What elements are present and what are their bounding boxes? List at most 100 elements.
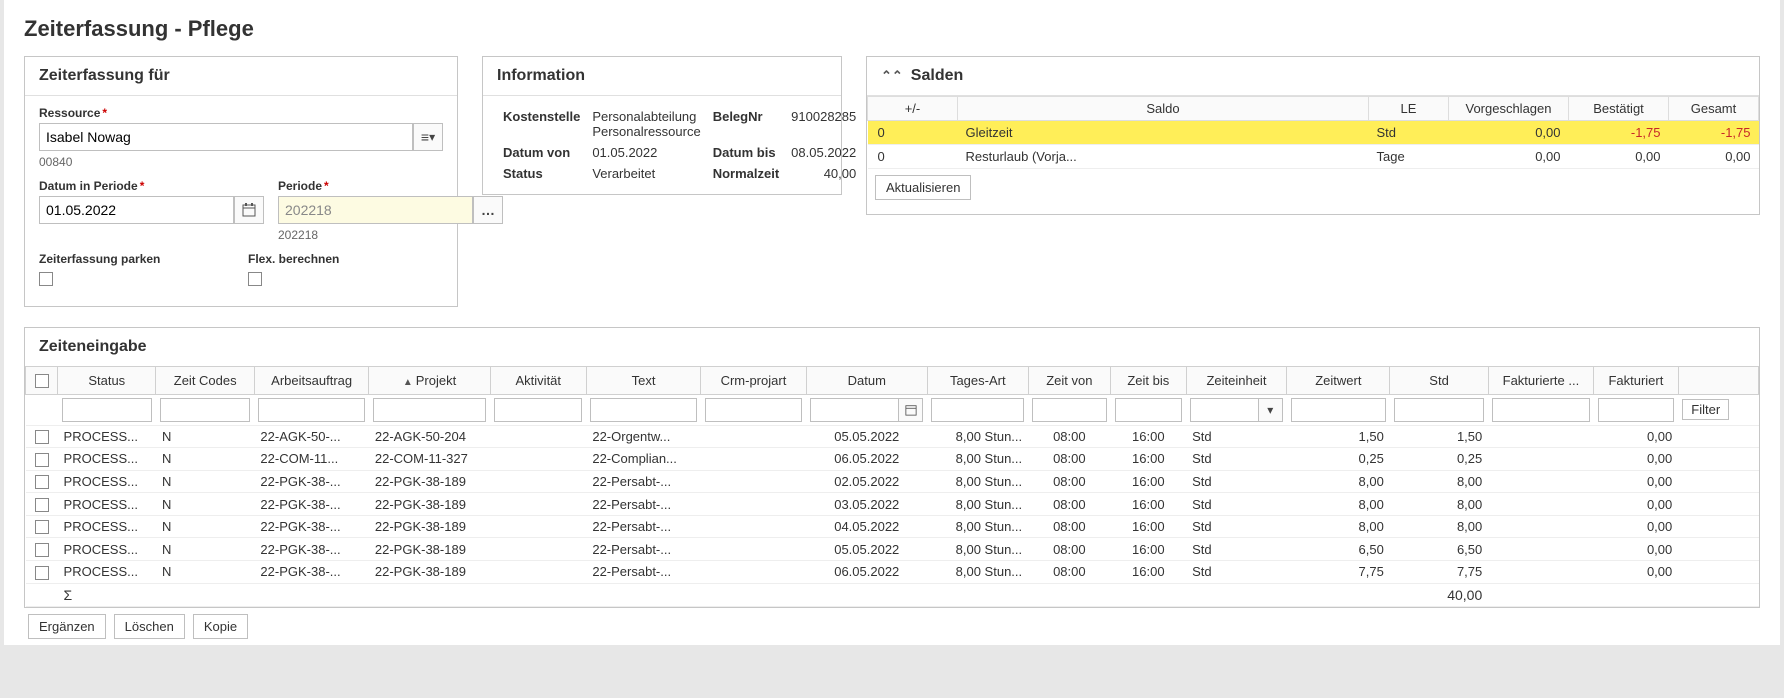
grid-filter-input[interactable] [810,398,899,422]
row-checkbox[interactable] [35,475,49,489]
panel-salden: ⌃⌃ Salden +/- Saldo LE Vorgeschlagen Bes… [866,56,1760,215]
grid-checkall[interactable] [35,374,49,388]
grid-col-header[interactable]: Text [586,366,700,394]
grid-col-header[interactable]: Std [1390,366,1488,394]
row-checkbox[interactable] [35,453,49,467]
row-checkbox[interactable] [35,543,49,557]
datumbis-label: Datum bis [707,142,785,163]
page-title: Zeiterfassung - Pflege [24,16,1760,42]
sum-std: 40,00 [1390,583,1488,606]
grid-table: StatusZeit CodesArbeitsauftrag▲ProjektAk… [25,366,1759,607]
grid-filter-input[interactable] [705,398,802,422]
table-row[interactable]: PROCESS...N22-PGK-38-...22-PGK-38-18922-… [26,493,1759,516]
status-value: Verarbeitet [586,163,706,184]
kopie-button[interactable]: Kopie [193,614,248,639]
row-checkbox[interactable] [35,520,49,534]
ressource-lookup-icon[interactable]: ≡▾ [413,123,443,151]
panel-head-for: Zeiterfassung für [25,57,457,96]
status-label: Status [497,163,586,184]
panel-zeiteneingabe: Zeiteneingabe StatusZeit CodesArbeitsauf… [24,327,1760,608]
grid-col-header[interactable]: Zeitwert [1287,366,1390,394]
grid-col-header[interactable]: Zeit bis [1111,366,1187,394]
parken-label: Zeiterfassung parken [39,252,234,266]
datum-label: Datum in Periode* [39,179,264,193]
grid-filter-input[interactable] [1492,398,1589,422]
table-row[interactable]: PROCESS...N22-PGK-38-...22-PGK-38-18922-… [26,515,1759,538]
belegnr-value: 910028285 [785,106,862,142]
panel-head-info: Information [483,57,841,96]
calendar-icon[interactable] [899,398,923,422]
panel-information: Information Kostenstelle Personalabteilu… [482,56,842,195]
datum-input[interactable] [39,196,234,224]
row-checkbox[interactable] [35,498,49,512]
table-row[interactable]: PROCESS...N22-PGK-38-...22-PGK-38-18922-… [26,538,1759,561]
salden-col-pm[interactable]: +/- [868,97,958,121]
grid-col-header[interactable]: Datum [806,366,927,394]
grid-filter-input[interactable] [160,398,250,422]
ressource-label: Ressource* [39,106,443,120]
row-checkbox[interactable] [35,566,49,580]
salden-row[interactable]: 0Resturlaub (Vorja...Tage0,000,000,00 [868,145,1759,169]
salden-col-saldo[interactable]: Saldo [958,97,1369,121]
ergaenzen-button[interactable]: Ergänzen [28,614,106,639]
salden-table: +/- Saldo LE Vorgeschlagen Bestätigt Ges… [867,96,1759,169]
normalzeit-value: 40,00 [785,163,862,184]
grid-filter-input[interactable] [1115,398,1183,422]
ellipsis-icon[interactable]: … [473,196,503,224]
table-row[interactable]: PROCESS...N22-AGK-50-...22-AGK-50-20422-… [26,425,1759,448]
grid-col-header[interactable]: ▲Projekt [369,366,490,394]
salden-col-best[interactable]: Bestätigt [1569,97,1669,121]
salden-col-vorg[interactable]: Vorgeschlagen [1449,97,1569,121]
datumbis-value: 08.05.2022 [785,142,862,163]
kostenstelle-label: Kostenstelle [497,106,586,142]
ressource-input[interactable] [39,123,413,151]
grid-filter-input[interactable] [1291,398,1386,422]
flex-checkbox[interactable] [248,272,262,286]
grid-filter-input[interactable] [590,398,696,422]
grid-col-header[interactable]: Zeit von [1028,366,1110,394]
grid-col-header[interactable]: Crm-projart [701,366,806,394]
flex-label: Flex. berechnen [248,252,443,266]
table-row[interactable]: PROCESS...N22-PGK-38-...22-PGK-38-18922-… [26,560,1759,583]
grid-col-header[interactable]: Zeiteinheit [1186,366,1287,394]
periode-input[interactable] [278,196,473,224]
datumvon-value: 01.05.2022 [586,142,706,163]
panel-head-salden: ⌃⌃ Salden [867,57,1759,96]
grid-col-header[interactable]: Status [58,366,156,394]
loeschen-button[interactable]: Löschen [114,614,185,639]
grid-filter-input[interactable] [62,398,152,422]
grid-filter-input[interactable] [258,398,364,422]
grid-filter-input[interactable] [931,398,1024,422]
salden-col-ges[interactable]: Gesamt [1669,97,1759,121]
salden-col-le[interactable]: LE [1369,97,1449,121]
table-row[interactable]: PROCESS...N22-PGK-38-...22-PGK-38-18922-… [26,470,1759,493]
row-checkbox[interactable] [35,430,49,444]
grid-col-header[interactable]: Fakturierte ... [1488,366,1593,394]
periode-sub: 202218 [278,228,503,242]
aktualisieren-button[interactable]: Aktualisieren [875,175,971,200]
ressource-code: 00840 [39,155,443,169]
grid-filter-input[interactable] [494,398,582,422]
grid-filter-input[interactable] [1598,398,1675,422]
grid-col-header[interactable]: Aktivität [490,366,586,394]
datumvon-label: Datum von [497,142,586,163]
grid-filter-input[interactable] [373,398,486,422]
table-row[interactable]: PROCESS...N22-COM-11...22-COM-11-32722-C… [26,448,1759,471]
grid-filter-input[interactable] [1032,398,1106,422]
filter-button[interactable]: Filter [1682,399,1729,420]
grid-col-header[interactable]: Zeit Codes [156,366,254,394]
grid-col-header[interactable]: Fakturiert [1594,366,1679,394]
parken-checkbox[interactable] [39,272,53,286]
kostenstelle-value: Personalabteilung Personalressource [586,106,706,142]
grid-col-header[interactable]: Arbeitsauftrag [254,366,368,394]
dropdown-icon[interactable]: ▾ [1259,398,1283,422]
grid-filter-input[interactable] [1394,398,1484,422]
normalzeit-label: Normalzeit [707,163,785,184]
salden-row[interactable]: 0GleitzeitStd0,00-1,75-1,75 [868,121,1759,145]
grid-filter-input[interactable] [1190,398,1259,422]
collapse-icon[interactable]: ⌃⌃ [881,68,903,84]
grid-col-header[interactable]: Tages-Art [927,366,1028,394]
periode-label: Periode* [278,179,503,193]
panel-zeiterfassung-fuer: Zeiterfassung für Ressource* ≡▾ 00840 Da… [24,56,458,307]
calendar-icon[interactable] [234,196,264,224]
